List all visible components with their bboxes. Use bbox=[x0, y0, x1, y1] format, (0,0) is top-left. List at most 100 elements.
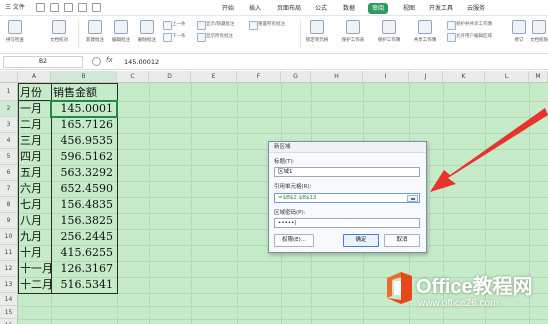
tab-page-layout[interactable]: 页面布局 bbox=[276, 3, 302, 14]
row-header[interactable]: 12 bbox=[0, 261, 18, 277]
edit-comment-button[interactable]: 编辑批注 bbox=[108, 18, 134, 50]
reference-input[interactable]: =$B$2:$B$13 bbox=[274, 193, 420, 203]
row-header[interactable]: 6 bbox=[0, 165, 18, 181]
row-header[interactable]: 13 bbox=[0, 277, 18, 293]
spell-check-button[interactable]: 拼写检查 bbox=[2, 18, 28, 50]
row-header[interactable]: 16 bbox=[0, 319, 18, 324]
tab-insert[interactable]: 插入 bbox=[248, 3, 262, 14]
column-header-g[interactable]: G bbox=[281, 71, 311, 83]
row-header[interactable]: 10 bbox=[0, 229, 18, 245]
column-header-m[interactable]: M bbox=[529, 71, 548, 83]
password-input[interactable]: •••••| bbox=[274, 218, 420, 228]
column-header-f[interactable]: F bbox=[237, 71, 281, 83]
tab-data[interactable]: 数据 bbox=[342, 3, 356, 14]
column-header-a[interactable]: A bbox=[18, 71, 51, 83]
cell-amount[interactable]: 652.4590 bbox=[51, 180, 114, 197]
cell-month[interactable]: 七月 bbox=[20, 196, 42, 213]
tab-view[interactable]: 视图 bbox=[402, 3, 416, 14]
document-permissions-button[interactable]: 文档权限 bbox=[530, 18, 548, 50]
cell-month[interactable]: 十二月 bbox=[20, 276, 53, 293]
row-header[interactable]: 1 bbox=[0, 83, 18, 101]
cell-amount[interactable]: 516.5341 bbox=[51, 276, 114, 293]
formula-input[interactable]: 145.00012 bbox=[124, 56, 159, 68]
cell-month[interactable]: 六月 bbox=[20, 180, 42, 197]
row-header[interactable]: 15 bbox=[0, 306, 18, 319]
toggle-comment-button[interactable]: 显示/隐藏批注 bbox=[196, 20, 235, 30]
cell-amount[interactable]: 415.6255 bbox=[51, 244, 114, 261]
tab-review[interactable]: 审阅 bbox=[368, 3, 389, 14]
cell-amount[interactable]: 126.3167 bbox=[51, 260, 114, 277]
row-header[interactable]: 3 bbox=[0, 117, 18, 133]
tab-developer[interactable]: 开发工具 bbox=[428, 3, 454, 14]
row-header[interactable]: 4 bbox=[0, 133, 18, 149]
cell-amount[interactable]: 156.3825 bbox=[51, 212, 114, 229]
column-header-l[interactable]: L bbox=[485, 71, 529, 83]
undo-icon[interactable] bbox=[78, 3, 87, 12]
cell-b1[interactable]: 销售金额 bbox=[53, 84, 97, 101]
share-workbook-button[interactable]: 共享工作簿 bbox=[412, 18, 438, 50]
cell-month[interactable]: 五月 bbox=[20, 164, 42, 181]
previous-comment-button[interactable]: 上一条 bbox=[162, 20, 186, 30]
proofread-button[interactable]: 文档校对 bbox=[46, 18, 72, 50]
column-header-h[interactable]: H bbox=[311, 71, 363, 83]
cell-month[interactable]: 八月 bbox=[20, 212, 42, 229]
row-header[interactable]: 8 bbox=[0, 197, 18, 213]
column-header-e[interactable]: E bbox=[191, 71, 237, 83]
new-comment-button[interactable]: 新建批注 bbox=[82, 18, 108, 50]
redo-icon[interactable] bbox=[92, 3, 101, 12]
print-icon[interactable] bbox=[50, 3, 59, 12]
cell-month[interactable]: 十一月 bbox=[20, 260, 53, 277]
cell-a1[interactable]: 月份 bbox=[20, 84, 42, 101]
title-input[interactable]: 区域1 bbox=[274, 167, 420, 177]
save-icon[interactable] bbox=[36, 3, 45, 12]
column-header-k[interactable]: K bbox=[443, 71, 485, 83]
column-header-b[interactable]: B bbox=[51, 71, 117, 83]
row-header[interactable]: 2 bbox=[0, 101, 18, 117]
row-header[interactable]: 9 bbox=[0, 213, 18, 229]
fx-icon[interactable]: fx bbox=[106, 56, 113, 64]
tab-cloud[interactable]: 云服务 bbox=[466, 3, 486, 14]
new-range-dialog: 新区域 标题(T): 区域1 引用单元格(R): =$B$2:$B$13 区域密… bbox=[268, 141, 427, 253]
select-all-corner[interactable] bbox=[0, 71, 18, 83]
column-header-d[interactable]: D bbox=[149, 71, 191, 83]
show-all-comments-button[interactable]: 显示所有批注 bbox=[196, 32, 233, 42]
cell-amount[interactable]: 165.7126 bbox=[51, 116, 114, 133]
cell-amount[interactable]: 456.9535 bbox=[51, 132, 114, 149]
zoom-icon[interactable] bbox=[92, 57, 101, 66]
protect-workbook-button[interactable]: 保护工作簿 bbox=[376, 18, 402, 50]
cell-amount[interactable]: 156.4835 bbox=[51, 196, 114, 213]
cell-month[interactable]: 一月 bbox=[20, 100, 42, 117]
cell-month[interactable]: 三月 bbox=[20, 132, 42, 149]
protect-sheet-button[interactable]: 保护工作表 bbox=[340, 18, 366, 50]
cancel-button[interactable]: 取消 bbox=[384, 234, 420, 247]
reset-comments-button[interactable]: 重置所有批注 bbox=[248, 20, 285, 30]
preview-icon[interactable] bbox=[64, 3, 73, 12]
column-header-j[interactable]: J bbox=[409, 71, 443, 83]
ok-button[interactable]: 确定 bbox=[343, 234, 379, 247]
cell-amount[interactable]: 563.3292 bbox=[51, 164, 114, 181]
cell-month[interactable]: 四月 bbox=[20, 148, 42, 165]
cell-amount[interactable]: 596.5162 bbox=[51, 148, 114, 165]
cell-month[interactable]: 九月 bbox=[20, 228, 42, 245]
track-changes-button[interactable]: 修订 bbox=[506, 18, 532, 50]
tab-formula[interactable]: 公式 bbox=[314, 3, 328, 14]
row-header[interactable]: 11 bbox=[0, 245, 18, 261]
lock-cells-button[interactable]: 锁定单元格 bbox=[304, 18, 330, 50]
row-header[interactable]: 7 bbox=[0, 181, 18, 197]
cell-month[interactable]: 二月 bbox=[20, 116, 42, 133]
tab-home[interactable]: 开始 bbox=[219, 3, 237, 14]
allow-edit-ranges-button[interactable]: 允许用户编辑区域 bbox=[446, 32, 492, 42]
name-box[interactable]: B2 bbox=[3, 56, 83, 68]
next-comment-button[interactable]: 下一条 bbox=[162, 32, 186, 42]
row-header[interactable]: 14 bbox=[0, 293, 18, 306]
delete-comment-button[interactable]: 删除批注 bbox=[134, 18, 160, 50]
cell-month[interactable]: 十月 bbox=[20, 244, 42, 261]
column-header-c[interactable]: C bbox=[117, 71, 149, 83]
protect-share-button[interactable]: 保护并共享工作簿 bbox=[446, 20, 492, 30]
row-header[interactable]: 5 bbox=[0, 149, 18, 165]
permissions-button[interactable]: 权限(E)... bbox=[274, 234, 314, 247]
collapse-dialog-icon[interactable] bbox=[407, 195, 418, 202]
file-menu[interactable]: 三 文件 bbox=[2, 2, 28, 14]
cell-amount[interactable]: 256.2445 bbox=[51, 228, 114, 245]
column-header-i[interactable]: I bbox=[363, 71, 409, 83]
